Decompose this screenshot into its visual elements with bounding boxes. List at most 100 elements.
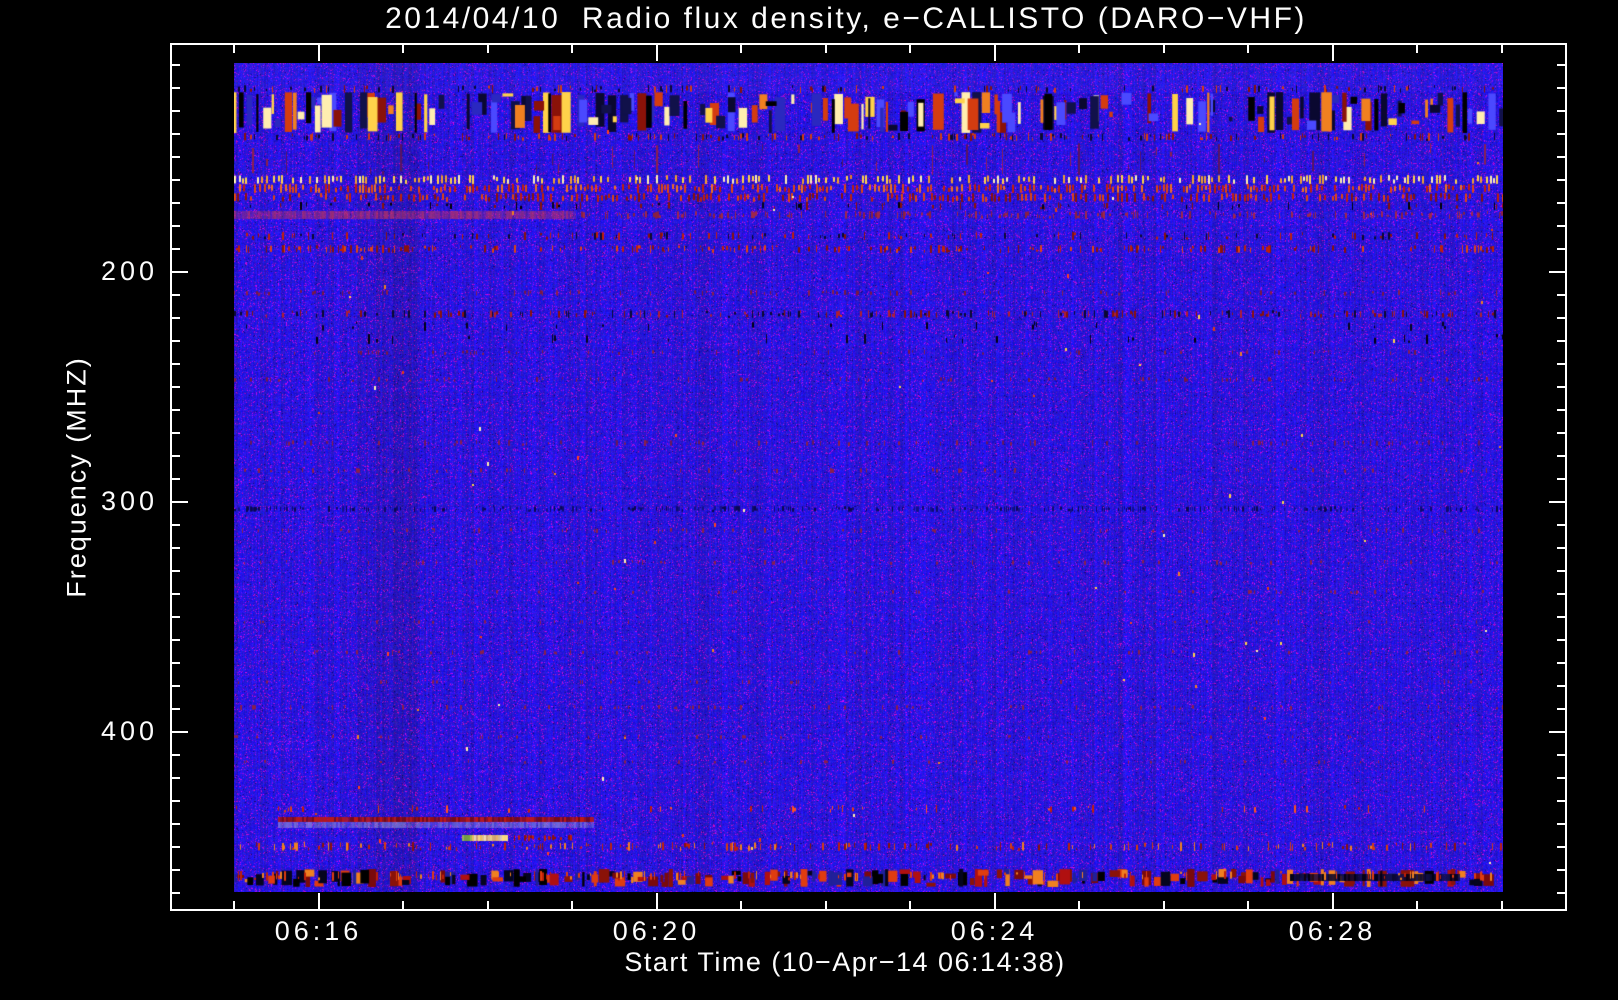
y-minor-tick-right: [1557, 110, 1565, 112]
x-minor-tick-top: [1416, 45, 1418, 53]
y-minor-tick: [172, 754, 180, 756]
x-minor-tick: [487, 901, 489, 909]
y-minor-tick: [172, 432, 180, 434]
y-minor-tick-right: [1557, 616, 1565, 618]
x-major-tick: [1332, 893, 1334, 909]
y-minor-tick-right: [1557, 386, 1565, 388]
y-minor-tick-right: [1557, 823, 1565, 825]
y-major-tick: [172, 501, 188, 503]
y-minor-tick: [172, 202, 180, 204]
screenshot-root: { "page": { "background": "#000000", "fo…: [0, 0, 1618, 1000]
x-major-tick: [318, 893, 320, 909]
y-minor-tick: [172, 892, 180, 894]
x-major-tick-top: [1332, 45, 1334, 61]
x-minor-tick-top: [825, 45, 827, 53]
y-minor-tick: [172, 409, 180, 411]
y-minor-tick: [172, 64, 180, 66]
y-minor-tick: [172, 547, 180, 549]
x-minor-tick: [402, 901, 404, 909]
x-minor-tick: [825, 901, 827, 909]
y-minor-tick: [172, 800, 180, 802]
x-minor-tick: [909, 901, 911, 909]
y-minor-tick-right: [1557, 547, 1565, 549]
y-minor-tick: [172, 363, 180, 365]
x-minor-tick: [1078, 901, 1080, 909]
y-minor-tick: [172, 110, 180, 112]
y-tick-label: 300: [100, 486, 158, 516]
y-minor-tick-right: [1557, 363, 1565, 365]
y-minor-tick: [172, 869, 180, 871]
x-minor-tick: [1501, 901, 1503, 909]
y-major-tick: [172, 271, 188, 273]
y-minor-tick-right: [1557, 248, 1565, 250]
plot-frame: [170, 43, 1567, 911]
y-minor-tick: [172, 777, 180, 779]
x-tick-label: 06:16: [274, 916, 363, 946]
y-minor-tick: [172, 156, 180, 158]
y-minor-tick: [172, 225, 180, 227]
y-minor-tick-right: [1557, 225, 1565, 227]
y-minor-tick-right: [1557, 87, 1565, 89]
y-minor-tick-right: [1557, 570, 1565, 572]
y-minor-tick-right: [1557, 133, 1565, 135]
y-minor-tick-right: [1557, 524, 1565, 526]
y-minor-tick: [172, 708, 180, 710]
y-major-tick: [172, 731, 188, 733]
x-major-tick-top: [318, 45, 320, 61]
y-minor-tick-right: [1557, 869, 1565, 871]
y-minor-tick: [172, 179, 180, 181]
y-minor-tick-right: [1557, 64, 1565, 66]
x-minor-tick-top: [571, 45, 573, 53]
x-minor-tick-top: [740, 45, 742, 53]
y-minor-tick: [172, 294, 180, 296]
y-tick-label: 400: [100, 716, 158, 746]
y-minor-tick: [172, 685, 180, 687]
y-minor-tick: [172, 639, 180, 641]
y-minor-tick-right: [1557, 478, 1565, 480]
y-minor-tick-right: [1557, 202, 1565, 204]
x-major-tick-top: [994, 45, 996, 61]
x-minor-tick-top: [1163, 45, 1165, 53]
x-minor-tick-top: [909, 45, 911, 53]
x-major-tick-top: [656, 45, 658, 61]
x-minor-tick: [1416, 901, 1418, 909]
y-minor-tick: [172, 846, 180, 848]
y-minor-tick: [172, 662, 180, 664]
y-minor-tick: [172, 317, 180, 319]
y-minor-tick: [172, 593, 180, 595]
y-axis-title: Frequency (MHZ): [61, 356, 92, 598]
x-major-tick: [656, 893, 658, 909]
x-axis-title: Start Time (10−Apr−14 06:14:38): [624, 947, 1066, 977]
x-minor-tick-top: [1247, 45, 1249, 53]
y-minor-tick: [172, 478, 180, 480]
y-minor-tick: [172, 524, 180, 526]
y-major-tick-right: [1549, 271, 1565, 273]
y-major-tick-right: [1549, 501, 1565, 503]
y-minor-tick-right: [1557, 754, 1565, 756]
y-minor-tick: [172, 455, 180, 457]
x-minor-tick: [571, 901, 573, 909]
x-minor-tick-top: [1501, 45, 1503, 53]
y-minor-tick-right: [1557, 409, 1565, 411]
y-minor-tick-right: [1557, 846, 1565, 848]
y-minor-tick-right: [1557, 708, 1565, 710]
spectrogram-figure: 2014/04/10 Radio flux density, e−CALLIST…: [0, 0, 1618, 1000]
x-minor-tick-top: [487, 45, 489, 53]
x-minor-tick-top: [1078, 45, 1080, 53]
y-minor-tick-right: [1557, 179, 1565, 181]
y-minor-tick: [172, 340, 180, 342]
x-minor-tick-top: [233, 45, 235, 53]
y-major-tick-right: [1549, 731, 1565, 733]
y-minor-tick-right: [1557, 455, 1565, 457]
x-minor-tick-top: [402, 45, 404, 53]
y-minor-tick-right: [1557, 777, 1565, 779]
y-minor-tick-right: [1557, 156, 1565, 158]
x-minor-tick: [740, 901, 742, 909]
y-minor-tick: [172, 570, 180, 572]
y-minor-tick-right: [1557, 317, 1565, 319]
y-minor-tick-right: [1557, 662, 1565, 664]
y-minor-tick-right: [1557, 685, 1565, 687]
y-minor-tick-right: [1557, 340, 1565, 342]
y-minor-tick-right: [1557, 294, 1565, 296]
x-major-tick: [994, 893, 996, 909]
